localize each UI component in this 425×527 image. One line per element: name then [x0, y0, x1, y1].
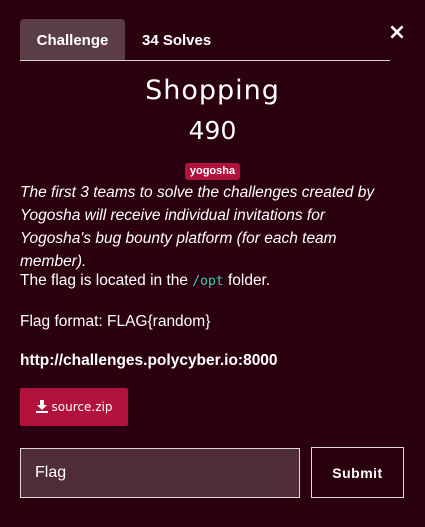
flag-format-text: Flag format: FLAG{random} [20, 313, 211, 330]
tab-bar: Challenge 34 Solves [20, 19, 390, 61]
flag-input[interactable] [20, 448, 300, 498]
tag-list: yogosha [0, 161, 425, 180]
download-file-button[interactable]: source.zip [20, 388, 128, 426]
download-icon [35, 400, 48, 413]
flag-location-text: The flag is located in the /opt folder. [20, 269, 392, 293]
flag-location-suffix: folder. [223, 272, 271, 289]
challenge-name: Shopping [145, 75, 280, 106]
challenge-tag: yogosha [184, 163, 241, 180]
tab-solves[interactable]: 34 Solves [142, 19, 211, 60]
flag-location-code: /opt [192, 274, 224, 289]
download-file-label: source.zip [51, 400, 113, 414]
submit-button[interactable]: Submit [311, 447, 404, 498]
tab-challenge[interactable]: Challenge [20, 19, 125, 60]
flag-location-prefix: The flag is located in the [20, 272, 193, 289]
challenge-value: 490 [188, 116, 237, 145]
challenge-modal: × Challenge 34 Solves Shopping 490 yogos… [0, 0, 425, 527]
challenge-url: http://challenges.polycyber.io:8000 [20, 352, 278, 369]
challenge-description: The first 3 teams to solve the challenge… [20, 184, 375, 270]
